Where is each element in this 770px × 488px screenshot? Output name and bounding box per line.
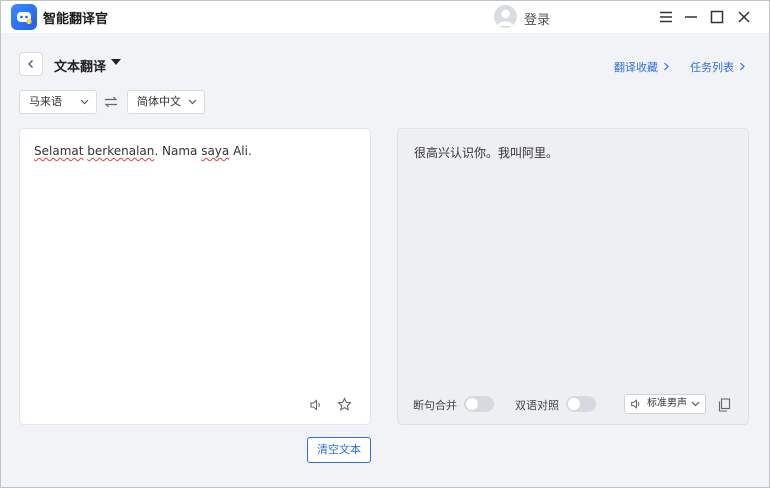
misspelled-word: saya — [201, 144, 230, 158]
source-text-segment: Ali. — [229, 144, 252, 158]
source-language-select[interactable]: 马来语 — [19, 90, 97, 114]
back-button[interactable] — [19, 52, 43, 76]
login-link[interactable]: 登录 — [524, 9, 550, 28]
sentence-merge-label: 断句合并 — [413, 399, 457, 412]
translation-text: 很高兴认识你。我叫阿里。 — [414, 146, 559, 160]
maximize-icon[interactable] — [706, 6, 728, 28]
close-icon[interactable] — [733, 6, 755, 28]
app-window: 智能翻译官 登录 文本翻译 翻译收藏 任务列表 马来语 简体中文 Selamat… — [0, 0, 770, 488]
chevron-right-icon — [739, 62, 745, 71]
swap-languages-icon[interactable] — [103, 94, 119, 110]
speaker-icon[interactable] — [308, 397, 324, 413]
translation-panel: 很高兴认识你。我叫阿里。 断句合并 双语对照 标准男声 — [397, 128, 749, 425]
sentence-merge-toggle[interactable] — [464, 396, 494, 412]
misspelled-word: Selamat — [34, 144, 84, 158]
chevron-right-icon — [663, 62, 669, 71]
app-logo-icon — [11, 4, 37, 30]
copy-icon[interactable] — [716, 397, 732, 413]
tasks-link[interactable]: 任务列表 — [690, 59, 746, 75]
title-bar: 智能翻译官 登录 — [1, 1, 769, 33]
clear-text-button[interactable]: 清空文本 — [307, 437, 371, 463]
source-text[interactable]: Selamat berkenalan. Nama saya Ali. — [34, 144, 252, 158]
chevron-left-icon — [28, 60, 33, 68]
source-text-segment: . Nama — [154, 144, 202, 158]
minimize-icon[interactable] — [680, 6, 702, 28]
chevron-down-icon — [80, 99, 89, 105]
misspelled-word: berkenalan — [87, 144, 155, 158]
chevron-down-icon — [691, 401, 700, 407]
caret-down-icon[interactable] — [111, 59, 121, 65]
bilingual-label: 双语对照 — [515, 399, 559, 412]
avatar-icon[interactable] — [494, 5, 517, 28]
mode-title[interactable]: 文本翻译 — [54, 56, 106, 75]
target-language-select[interactable]: 简体中文 — [127, 90, 205, 114]
chevron-down-icon — [188, 99, 197, 105]
source-text-panel[interactable]: Selamat berkenalan. Nama saya Ali. — [19, 128, 371, 425]
star-icon[interactable] — [336, 396, 352, 412]
voice-select[interactable]: 标准男声 — [624, 394, 706, 414]
menu-icon[interactable] — [655, 6, 677, 28]
bilingual-toggle[interactable] — [566, 396, 596, 412]
speaker-icon — [631, 399, 640, 409]
app-title: 智能翻译官 — [43, 12, 109, 27]
favorites-link[interactable]: 翻译收藏 — [614, 59, 670, 75]
